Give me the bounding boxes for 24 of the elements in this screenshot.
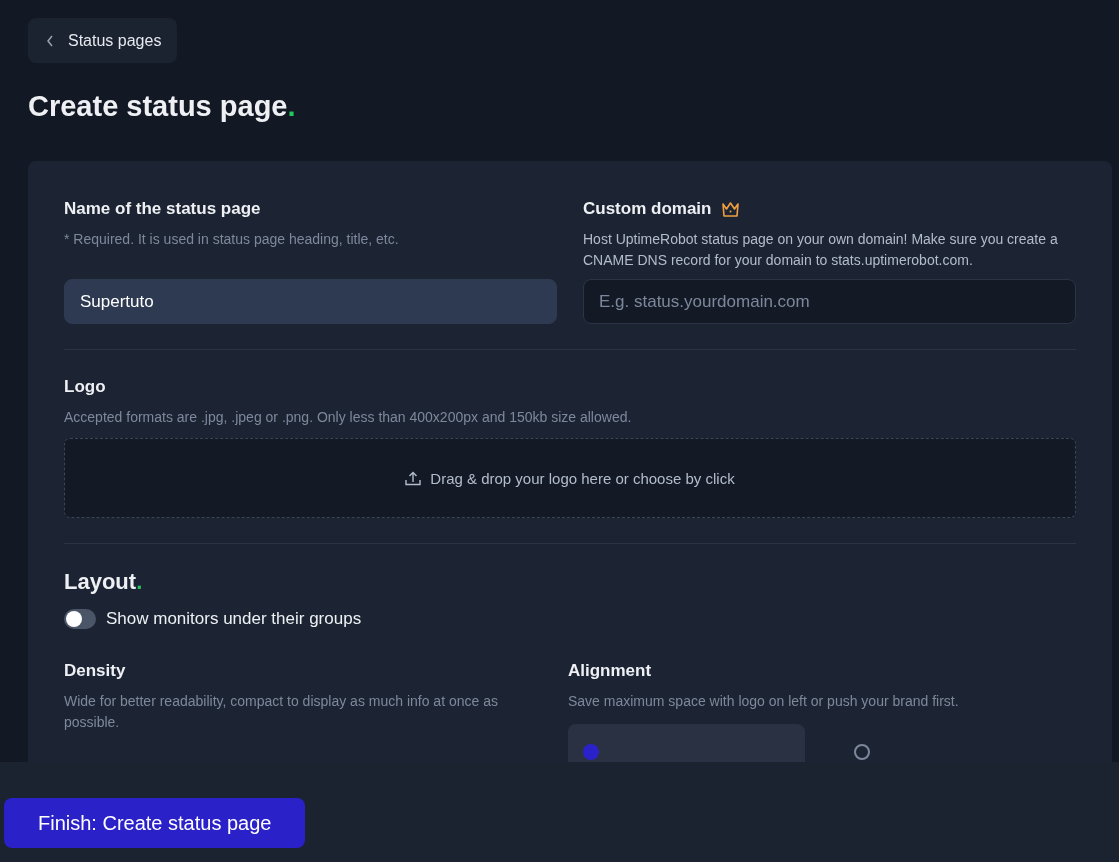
field-hint: * Required. It is used in status page heading, title, etc.: [64, 230, 400, 249]
radio-button[interactable]: [854, 744, 870, 760]
field-label: Density: [64, 661, 126, 681]
field-hint: Accepted formats are .jpg, .jpeg or .png. Only less than 400x200px and 150kb size allowed.: [64, 408, 633, 427]
field-hint: Save maximum space with logo on left or push your brand first.: [568, 692, 960, 711]
logo-dropzone[interactable]: Drag & drop your logo here or choose by click: [64, 438, 1076, 518]
domain-input[interactable]: E.g. status.yourdomain.com: [583, 279, 1076, 324]
field-hint: Wide for better readability, compact to display as much info at once as possible.: [64, 692, 499, 732]
finish-button[interactable]: Finish: Create status page: [4, 798, 306, 848]
toggle-label: Show monitors under their groups: [106, 609, 362, 629]
field-label: Alignment: [568, 661, 652, 681]
page-title: Create status page.: [28, 90, 297, 123]
alignment-option[interactable]: [568, 724, 805, 762]
radio-button[interactable]: [583, 744, 599, 760]
name-input[interactable]: Supertuto: [64, 279, 557, 324]
field-hint: Host UptimeRobot status page on your own domain! Make sure you create a CNAME DNS record for your domain to stats.uptimerobot.com.: [583, 230, 1059, 270]
upload-icon: [405, 470, 422, 486]
toggle-switch[interactable]: [64, 609, 96, 629]
field-label: Logo: [64, 377, 106, 397]
back-link[interactable]: Status pages: [28, 18, 178, 63]
chevron-left-icon: [46, 34, 54, 47]
field-label: Custom domain: [583, 199, 712, 219]
field-label: Name of the status page: [64, 199, 261, 219]
section-heading: Layout.: [64, 569, 144, 595]
